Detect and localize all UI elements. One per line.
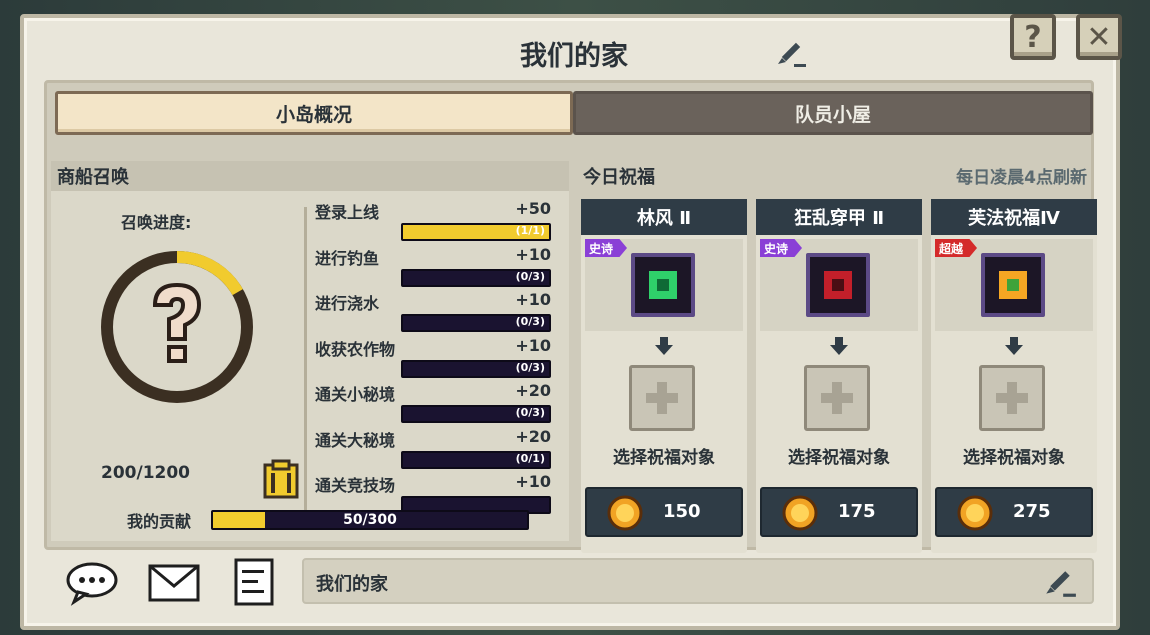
refresh-note: 每日凌晨4点刷新	[956, 168, 1087, 188]
tab-crew-cabin[interactable]: 队员小屋	[573, 91, 1093, 135]
blessing-item-area: 史诗	[585, 239, 743, 331]
coin-icon	[607, 495, 643, 531]
window-title: 我们的家	[520, 41, 628, 72]
task-row: 登录上线 +50 (1/1)	[315, 199, 555, 245]
blessing-name: 林风 Ⅱ	[581, 199, 747, 235]
task-name: 通关小秘境	[315, 385, 396, 404]
task-name: 通关竞技场	[315, 476, 396, 495]
task-points: +20	[515, 426, 551, 446]
blessing-cost-value: 150	[663, 501, 701, 522]
blessing-item-icon[interactable]	[806, 253, 870, 317]
blessing-cost-button[interactable]: 150	[585, 487, 743, 537]
blessing-item-area: 超越	[935, 239, 1093, 331]
summon-progress-value: 200/1200	[101, 463, 191, 483]
summon-progress-ring	[101, 251, 253, 403]
arrow-down-icon	[1005, 337, 1023, 355]
book-icon[interactable]	[263, 459, 299, 499]
task-row: 通关大秘境 +20 (0/1)	[315, 427, 555, 473]
task-name: 进行钓鱼	[315, 248, 380, 268]
task-progress-value: (1/1)	[515, 224, 545, 237]
blessing-cost-button[interactable]: 275	[935, 487, 1093, 537]
task-row: 收获农作物 +10 (0/3)	[315, 336, 555, 382]
arrow-down-icon	[830, 337, 848, 355]
task-progress-bar: (0/3)	[401, 359, 551, 378]
task-progress-bar: (0/3)	[401, 405, 551, 423]
task-progress-bar: (1/1)	[401, 223, 551, 241]
task-row: 进行钓鱼 +10 (0/3)	[315, 245, 555, 291]
plus-icon	[996, 382, 1028, 414]
help-button[interactable]: ?	[1010, 14, 1056, 60]
tab-island-overview[interactable]: 小岛概况	[55, 91, 573, 135]
merchant-heading: 商船召唤	[51, 161, 569, 191]
coin-icon	[957, 495, 993, 531]
blessing-card: 芙法祝福Ⅳ 超越选择祝福对象 275	[931, 199, 1097, 553]
task-progress-bar: (0/1)	[401, 450, 551, 469]
task-row: 通关小秘境 +20 (0/3)	[315, 381, 555, 427]
task-progress-bar: (0/3)	[401, 268, 551, 287]
rarity-badge: 史诗	[760, 239, 803, 257]
arrow-down-icon	[655, 337, 673, 355]
task-name: 登录上线	[315, 203, 380, 222]
summon-progress-label: 召唤进度:	[121, 213, 192, 232]
blessing-target-slot[interactable]	[979, 365, 1045, 431]
content-area: 小岛概况 队员小屋 商船召唤 召唤进度: 200/1200 登录上线 +50 (…	[44, 80, 1097, 553]
blessing-cost-value: 175	[838, 501, 876, 522]
question-icon: ?	[1024, 19, 1042, 55]
home-panel: 我们的家 ? ✕ 小岛概况 队员小屋 商船召唤 召唤进度: 200/1200 登…	[20, 14, 1122, 630]
close-icon: ✕	[1086, 19, 1112, 55]
task-points: +10	[515, 335, 551, 355]
blessing-name: 芙法祝福Ⅳ	[931, 199, 1097, 235]
task-name: 收获农作物	[315, 339, 396, 359]
task-progress-value: (0/3)	[515, 269, 545, 283]
task-points: +10	[515, 244, 551, 264]
plus-icon	[821, 382, 853, 414]
plus-icon	[646, 382, 678, 414]
contribution-row: 我的贡献 50/300	[51, 496, 569, 540]
task-points: +10	[515, 290, 551, 309]
home-name-field[interactable]: 我们的家	[302, 558, 1094, 604]
task-name: 进行浇水	[315, 294, 380, 313]
rarity-badge: 超越	[935, 239, 978, 257]
chat-icon[interactable]	[64, 558, 120, 606]
mail-icon[interactable]	[146, 558, 202, 606]
home-name-text: 我们的家	[316, 574, 388, 595]
rarity-badge: 史诗	[585, 239, 628, 257]
contribution-value: 50/300	[343, 512, 397, 528]
blessing-card: 狂乱穿甲 Ⅱ 史诗选择祝福对象 175	[756, 199, 922, 553]
task-points: +20	[515, 381, 551, 400]
select-target-label: 选择祝福对象	[788, 448, 890, 468]
pencil-icon[interactable]	[774, 38, 808, 68]
task-name: 通关大秘境	[315, 430, 396, 450]
task-progress-value: (0/1)	[515, 451, 545, 465]
pencil-icon[interactable]	[1042, 566, 1078, 598]
task-progress-value: (0/3)	[515, 315, 545, 328]
task-points: +50	[515, 199, 551, 218]
contribution-label: 我的贡献	[127, 512, 192, 531]
blessing-item-icon[interactable]	[981, 253, 1045, 317]
select-target-label: 选择祝福对象	[613, 448, 715, 468]
blessing-target-slot[interactable]	[804, 365, 870, 431]
select-target-label: 选择祝福对象	[963, 448, 1065, 468]
task-progress-value: (0/3)	[515, 360, 545, 374]
blessing-cost-button[interactable]: 175	[760, 487, 918, 537]
blessing-target-slot[interactable]	[629, 365, 695, 431]
coin-icon	[782, 495, 818, 531]
task-points: +10	[515, 472, 551, 491]
notes-icon[interactable]	[226, 558, 282, 606]
blessing-card: 林风 Ⅱ 史诗选择祝福对象 150	[581, 199, 747, 553]
task-progress-bar: (0/3)	[401, 314, 551, 332]
close-button[interactable]: ✕	[1076, 14, 1122, 60]
blessing-cost-value: 275	[1013, 501, 1051, 522]
merchant-section: 召唤进度: 200/1200 登录上线 +50 (1/1) 进行钓鱼 +10 (0/3) 进…	[51, 191, 569, 541]
task-progress-value: (0/3)	[515, 406, 545, 419]
blessing-name: 狂乱穿甲 Ⅱ	[756, 199, 922, 235]
blessing-item-icon[interactable]	[631, 253, 695, 317]
task-row: 进行浇水 +10 (0/3)	[315, 290, 555, 336]
section-divider	[304, 207, 307, 517]
blessing-item-area: 史诗	[760, 239, 918, 331]
contribution-bar: 50/300	[211, 510, 529, 530]
